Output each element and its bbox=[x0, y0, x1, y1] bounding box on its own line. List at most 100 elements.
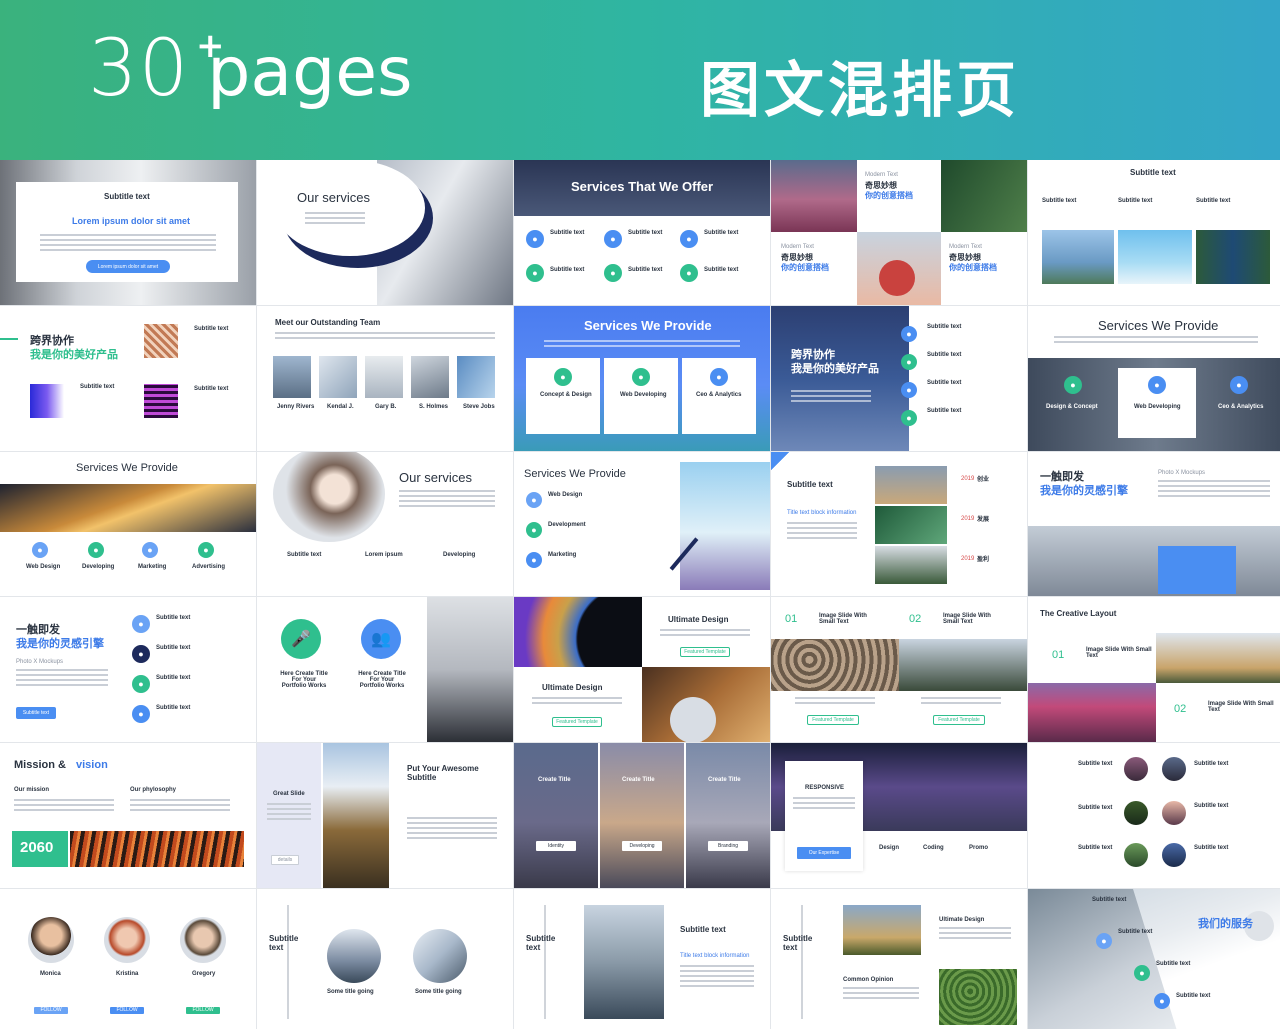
timeline-photo bbox=[875, 545, 947, 584]
image-label: Image Slide With Small Text bbox=[819, 613, 867, 626]
featured-button[interactable]: Featured Template bbox=[552, 717, 602, 728]
slide-subtitle: 我是你的美好产品 bbox=[791, 362, 879, 375]
slide-23[interactable]: Create Title Create Title Create Title I… bbox=[514, 743, 770, 888]
developing-button[interactable]: Developing bbox=[622, 841, 662, 852]
branding-button[interactable]: Branding bbox=[708, 841, 748, 852]
body-text-lines bbox=[793, 797, 855, 812]
slide-8[interactable]: Services We Provide ● ● ● Concept & Desi… bbox=[514, 305, 770, 451]
slide-2[interactable]: Our services bbox=[257, 160, 513, 305]
cta-button[interactable]: Lorem ipsum dolor sit amet bbox=[86, 260, 170, 273]
column-title: Design bbox=[879, 845, 900, 852]
vertical-rule bbox=[544, 904, 546, 1019]
slide-30[interactable]: 我们的服务 Subtitle text ● Subtitle text ● Su… bbox=[1028, 888, 1280, 1029]
item-icon: ● bbox=[132, 675, 150, 694]
member-name: Gregory bbox=[192, 970, 216, 977]
door-photo bbox=[1196, 230, 1270, 284]
slide-13[interactable]: Services We Provide ● ● ● Web Design Dev… bbox=[514, 451, 770, 597]
slide-24[interactable]: RESPONSIVE Our Expertise Design Coding P… bbox=[771, 743, 1027, 888]
slide-16[interactable]: 一触即发 我是你的灵感引擎 Photo X Mockups Subtitle t… bbox=[0, 597, 256, 743]
body-text-lines bbox=[40, 234, 216, 254]
slide-25[interactable]: Subtitle text Subtitle text Subtitle tex… bbox=[1028, 743, 1280, 888]
info-link[interactable]: Title text block information bbox=[680, 953, 749, 959]
tulip-field-photo bbox=[771, 160, 857, 232]
slide-4[interactable]: Modern Text 奇思妙想 你的创意搭档 Modern Text 奇思妙想… bbox=[771, 160, 1027, 305]
slide-number: 02 bbox=[909, 613, 922, 626]
member-name: Gary B. bbox=[375, 403, 397, 410]
slide-12[interactable]: Our services Subtitle text Lorem ipsum D… bbox=[257, 451, 513, 597]
body-text-lines bbox=[267, 803, 311, 823]
slide-29[interactable]: Subtitle text Ultimate Design Common Opi… bbox=[771, 888, 1027, 1029]
slide-17[interactable]: 🎤 👥 Here Create Title For Your Portfolio… bbox=[257, 597, 513, 743]
card-title: Web Developing bbox=[620, 391, 667, 398]
concept-icon: ● bbox=[554, 367, 572, 386]
slide-15[interactable]: 一触即发 我是你的灵感引擎 Photo X Mockups bbox=[1028, 451, 1280, 597]
member-name: S. Holmes bbox=[419, 403, 449, 410]
item-title: Subtitle text bbox=[1078, 761, 1113, 768]
vertical-rule bbox=[801, 904, 803, 1019]
item-icon: ● bbox=[1096, 932, 1112, 949]
item-title: Subtitle text bbox=[1194, 845, 1229, 852]
body-text-lines bbox=[939, 926, 1011, 942]
forest-road-photo bbox=[941, 160, 1027, 232]
slide-11[interactable]: Services We Provide ● ● ● ● Web Design D… bbox=[0, 451, 256, 597]
item-icon: ● bbox=[901, 381, 917, 398]
item-icon: ● bbox=[901, 325, 917, 342]
details-button[interactable]: details bbox=[271, 855, 299, 866]
slide-subtitle: 你的创意搭档 bbox=[949, 263, 997, 272]
block-title: Ultimate Design bbox=[939, 916, 985, 923]
slide-10[interactable]: Services We Provide ● ● ● Design & Conce… bbox=[1028, 305, 1280, 451]
slide-7[interactable]: Meet our Outstanding Team Jenny Rivers K… bbox=[257, 305, 513, 451]
web-design-icon: ● bbox=[526, 491, 542, 508]
card-title: Ceo & Analytics bbox=[696, 391, 742, 398]
slide-28[interactable]: Subtitle text Subtitle text Title text b… bbox=[514, 888, 770, 1029]
slide-20[interactable]: The Creative Layout 01 Image Slide With … bbox=[1028, 597, 1280, 743]
body-text-lines bbox=[1158, 479, 1270, 500]
slide-5[interactable]: Subtitle text Subtitle text Subtitle tex… bbox=[1028, 160, 1280, 305]
slide-19[interactable]: 01 Image Slide With Small Text 02 Image … bbox=[771, 597, 1027, 743]
slide-26[interactable]: Monica Kristina Gregory FOLLOW FOLLOW FO… bbox=[0, 888, 256, 1029]
service-icon: ● bbox=[604, 230, 622, 248]
slide-22[interactable]: Great Slide details Put Your Awesome Sub… bbox=[257, 743, 513, 888]
banner-chinese-title: 图文混排页 bbox=[700, 56, 1020, 126]
follow-button[interactable]: FOLLOW bbox=[110, 1006, 144, 1014]
analytics-icon: ● bbox=[1230, 375, 1248, 394]
slide-1[interactable]: Subtitle text Lorem ipsum dolor sit amet… bbox=[0, 160, 256, 305]
slide-title: 我们的服务 bbox=[1198, 917, 1253, 930]
slide-subtitle: 我是你的灵感引擎 bbox=[1040, 484, 1128, 497]
slide-18[interactable]: Ultimate Design Featured Template Ultima… bbox=[514, 597, 770, 743]
slide-title: Our services bbox=[297, 190, 370, 205]
service-icon: ● bbox=[526, 264, 544, 282]
body-text-lines bbox=[130, 799, 230, 814]
service-icon: ● bbox=[604, 264, 622, 282]
service-title: Web Design bbox=[548, 491, 583, 498]
featured-button[interactable]: Featured Template bbox=[807, 715, 859, 726]
slide-6[interactable]: 跨界协作 我是你的美好产品 Subtitle text Subtitle tex… bbox=[0, 305, 256, 451]
card-label: RESPONSIVE bbox=[805, 785, 845, 792]
body-text-lines bbox=[407, 817, 497, 842]
item-title: Subtitle text bbox=[156, 675, 191, 682]
card-title: Design & Concept bbox=[1046, 403, 1098, 410]
featured-button[interactable]: Featured Template bbox=[933, 715, 985, 726]
identity-button[interactable]: Identity bbox=[536, 841, 576, 852]
featured-button[interactable]: Featured Template bbox=[680, 647, 730, 658]
slide-27[interactable]: Subtitle text Some title going Some titl… bbox=[257, 888, 513, 1029]
service-title: Subtitle text bbox=[704, 267, 739, 273]
slide-21[interactable]: Mission & vision Our mission Our phyloso… bbox=[0, 743, 256, 888]
slide-9[interactable]: 跨界协作 我是你的美好产品 ● ● ● ● Subtitle text Subt… bbox=[771, 305, 1027, 451]
info-link[interactable]: Title text block information bbox=[787, 510, 856, 516]
slide-14[interactable]: Subtitle text Title text block informati… bbox=[771, 451, 1027, 597]
follow-button[interactable]: FOLLOW bbox=[34, 1006, 68, 1014]
modern-label: Modern Text bbox=[865, 172, 898, 178]
slide-3[interactable]: Services That We Offer ● Subtitle text ●… bbox=[514, 160, 770, 305]
tulip-field-photo bbox=[1028, 683, 1156, 743]
subtitle-button[interactable]: Subtitle text bbox=[16, 707, 56, 720]
service-title: Developing bbox=[82, 563, 115, 570]
design-icon: ● bbox=[1064, 375, 1082, 394]
expertise-button[interactable]: Our Expertise bbox=[797, 847, 851, 860]
photo-caption: Some title going bbox=[415, 988, 462, 995]
service-title: Marketing bbox=[138, 563, 167, 570]
follow-button[interactable]: FOLLOW bbox=[186, 1006, 220, 1014]
body-text-lines bbox=[532, 697, 622, 707]
service-title: Marketing bbox=[548, 551, 577, 558]
item-title: Subtitle text bbox=[194, 325, 229, 332]
